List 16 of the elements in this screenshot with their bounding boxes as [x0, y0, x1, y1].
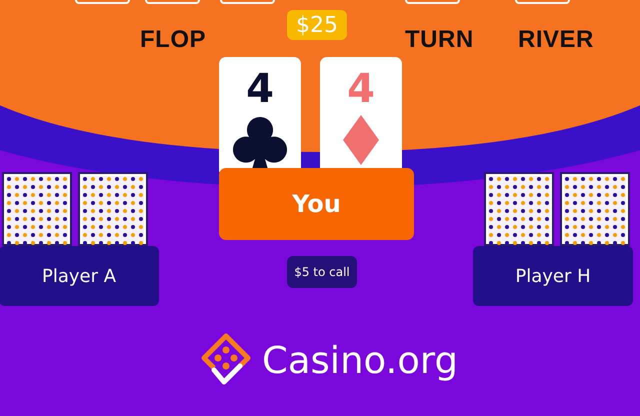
street-label: FLOP [140, 26, 206, 54]
pot-amount: $25 [287, 10, 347, 40]
card-rank: 4 [246, 67, 274, 111]
player-seat: Player A [0, 246, 159, 306]
call-amount: $5 to call [287, 256, 357, 288]
you-button[interactable]: You [219, 168, 414, 240]
street-label: TURN [405, 26, 474, 54]
card-rank: 4 [347, 67, 375, 111]
card-back-icon [484, 172, 554, 246]
diamond-icon [343, 115, 379, 165]
brand-name: Casino.org [262, 338, 458, 382]
card-back-icon [2, 172, 72, 246]
player-seat: Player H [473, 246, 633, 306]
card-back-icon [78, 172, 148, 246]
card-back-icon [560, 172, 630, 246]
street-label: RIVER [518, 26, 594, 54]
